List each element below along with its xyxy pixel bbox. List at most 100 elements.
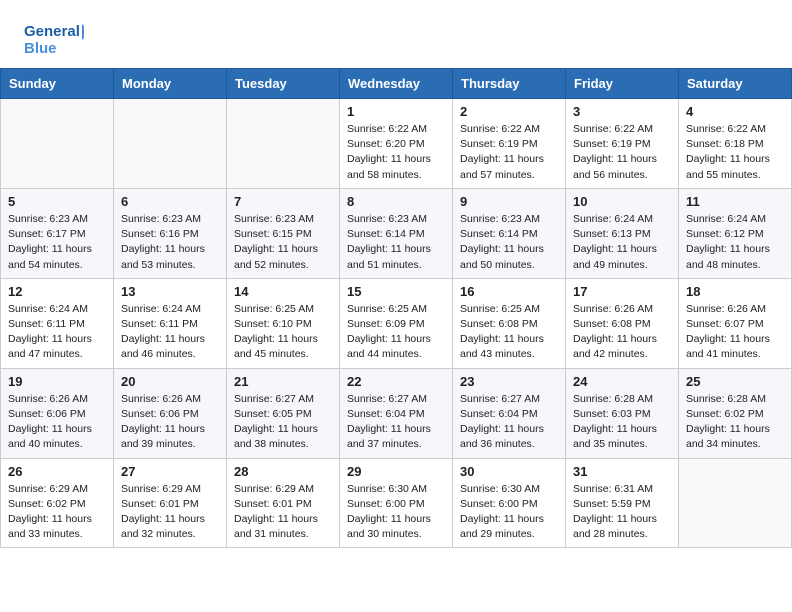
day-info: Sunrise: 6:22 AM Sunset: 6:18 PM Dayligh… xyxy=(686,122,784,183)
calendar-week-row: 19Sunrise: 6:26 AM Sunset: 6:06 PM Dayli… xyxy=(1,368,792,458)
day-info: Sunrise: 6:30 AM Sunset: 6:00 PM Dayligh… xyxy=(460,482,558,543)
day-info: Sunrise: 6:27 AM Sunset: 6:05 PM Dayligh… xyxy=(234,392,332,453)
calendar-table: SundayMondayTuesdayWednesdayThursdayFrid… xyxy=(0,68,792,548)
day-number: 10 xyxy=(573,194,671,209)
day-number: 13 xyxy=(121,284,219,299)
day-number: 5 xyxy=(8,194,106,209)
calendar-cell: 8Sunrise: 6:23 AM Sunset: 6:14 PM Daylig… xyxy=(340,188,453,278)
day-info: Sunrise: 6:26 AM Sunset: 6:06 PM Dayligh… xyxy=(8,392,106,453)
day-number: 6 xyxy=(121,194,219,209)
calendar-header-row: SundayMondayTuesdayWednesdayThursdayFrid… xyxy=(1,69,792,99)
day-info: Sunrise: 6:26 AM Sunset: 6:06 PM Dayligh… xyxy=(121,392,219,453)
calendar-cell: 12 Sunrise: 6:24 AM Sunset: 6:11 PM Dayli… xyxy=(1,278,114,368)
page-header: General Blue xyxy=(0,0,792,68)
day-info: Sunrise: 6:23 AM Sunset: 6:16 PM Dayligh… xyxy=(121,212,219,273)
calendar-cell: 22 Sunrise: 6:27 AM Sunset: 6:04 PM Dayli… xyxy=(340,368,453,458)
day-number: 18 xyxy=(686,284,784,299)
day-number: 23 xyxy=(460,374,558,389)
day-info: Sunrise: 6:24 AM Sunset: 6:11 PM Dayligh… xyxy=(121,302,219,363)
weekday-header: Sunday xyxy=(1,69,114,99)
calendar-cell: 5 Sunrise: 6:23 AM Sunset: 6:17 PM Daylig… xyxy=(1,188,114,278)
calendar-cell: 18 Sunrise: 6:26 AM Sunset: 6:07 PM Dayli… xyxy=(679,278,792,368)
day-number: 21 xyxy=(234,374,332,389)
calendar-week-row: 12 Sunrise: 6:24 AM Sunset: 6:11 PM Dayli… xyxy=(1,278,792,368)
calendar-cell: 29 Sunrise: 6:30 AM Sunset: 6:00 PM Dayli… xyxy=(340,458,453,548)
calendar-cell: 3 Sunrise: 6:22 AM Sunset: 6:19 PM Daylig… xyxy=(566,99,679,189)
day-number: 24 xyxy=(573,374,671,389)
day-info: Sunrise: 6:29 AM Sunset: 6:01 PM Dayligh… xyxy=(234,482,332,543)
calendar-cell: 20Sunrise: 6:26 AM Sunset: 6:06 PM Dayli… xyxy=(114,368,227,458)
day-info: Sunrise: 6:29 AM Sunset: 6:01 PM Dayligh… xyxy=(121,482,219,543)
weekday-header: Saturday xyxy=(679,69,792,99)
day-number: 11 xyxy=(686,194,784,209)
day-info: Sunrise: 6:22 AM Sunset: 6:19 PM Dayligh… xyxy=(460,122,558,183)
day-info: Sunrise: 6:22 AM Sunset: 6:19 PM Dayligh… xyxy=(573,122,671,183)
calendar-cell xyxy=(114,99,227,189)
day-info: Sunrise: 6:24 AM Sunset: 6:13 PM Dayligh… xyxy=(573,212,671,273)
day-info: Sunrise: 6:26 AM Sunset: 6:07 PM Dayligh… xyxy=(686,302,784,363)
calendar-cell: 4 Sunrise: 6:22 AM Sunset: 6:18 PM Daylig… xyxy=(679,99,792,189)
calendar-cell: 15Sunrise: 6:25 AM Sunset: 6:09 PM Dayli… xyxy=(340,278,453,368)
calendar-cell: 16 Sunrise: 6:25 AM Sunset: 6:08 PM Dayli… xyxy=(453,278,566,368)
day-info: Sunrise: 6:28 AM Sunset: 6:02 PM Dayligh… xyxy=(686,392,784,453)
day-info: Sunrise: 6:27 AM Sunset: 6:04 PM Dayligh… xyxy=(347,392,445,453)
calendar-cell: 2Sunrise: 6:22 AM Sunset: 6:19 PM Daylig… xyxy=(453,99,566,189)
day-number: 28 xyxy=(234,464,332,479)
day-info: Sunrise: 6:29 AM Sunset: 6:02 PM Dayligh… xyxy=(8,482,106,543)
day-info: Sunrise: 6:24 AM Sunset: 6:11 PM Dayligh… xyxy=(8,302,106,363)
logo-svg: General Blue xyxy=(24,18,84,58)
calendar-cell: 27 Sunrise: 6:29 AM Sunset: 6:01 PM Dayli… xyxy=(114,458,227,548)
day-number: 30 xyxy=(460,464,558,479)
calendar-week-row: 5 Sunrise: 6:23 AM Sunset: 6:17 PM Daylig… xyxy=(1,188,792,278)
calendar-cell: 21 Sunrise: 6:27 AM Sunset: 6:05 PM Dayli… xyxy=(227,368,340,458)
calendar-cell xyxy=(679,458,792,548)
calendar-cell xyxy=(1,99,114,189)
day-number: 22 xyxy=(347,374,445,389)
day-info: Sunrise: 6:25 AM Sunset: 6:10 PM Dayligh… xyxy=(234,302,332,363)
day-number: 26 xyxy=(8,464,106,479)
day-info: Sunrise: 6:23 AM Sunset: 6:17 PM Dayligh… xyxy=(8,212,106,273)
day-number: 16 xyxy=(460,284,558,299)
day-info: Sunrise: 6:30 AM Sunset: 6:00 PM Dayligh… xyxy=(347,482,445,543)
day-number: 7 xyxy=(234,194,332,209)
calendar-cell: 1Sunrise: 6:22 AM Sunset: 6:20 PM Daylig… xyxy=(340,99,453,189)
calendar-cell: 10 Sunrise: 6:24 AM Sunset: 6:13 PM Dayli… xyxy=(566,188,679,278)
calendar-cell: 24 Sunrise: 6:28 AM Sunset: 6:03 PM Dayli… xyxy=(566,368,679,458)
calendar-week-row: 26 Sunrise: 6:29 AM Sunset: 6:02 PM Dayli… xyxy=(1,458,792,548)
day-number: 15 xyxy=(347,284,445,299)
day-number: 25 xyxy=(686,374,784,389)
svg-text:General: General xyxy=(24,23,80,40)
day-number: 12 xyxy=(8,284,106,299)
day-info: Sunrise: 6:26 AM Sunset: 6:08 PM Dayligh… xyxy=(573,302,671,363)
day-info: Sunrise: 6:31 AM Sunset: 5:59 PM Dayligh… xyxy=(573,482,671,543)
day-number: 31 xyxy=(573,464,671,479)
calendar-cell: 6 Sunrise: 6:23 AM Sunset: 6:16 PM Daylig… xyxy=(114,188,227,278)
day-info: Sunrise: 6:25 AM Sunset: 6:08 PM Dayligh… xyxy=(460,302,558,363)
day-number: 27 xyxy=(121,464,219,479)
calendar-cell: 11 Sunrise: 6:24 AM Sunset: 6:12 PM Dayli… xyxy=(679,188,792,278)
svg-text:Blue: Blue xyxy=(24,40,57,57)
day-number: 29 xyxy=(347,464,445,479)
day-info: Sunrise: 6:24 AM Sunset: 6:12 PM Dayligh… xyxy=(686,212,784,273)
day-info: Sunrise: 6:23 AM Sunset: 6:15 PM Dayligh… xyxy=(234,212,332,273)
calendar-cell xyxy=(227,99,340,189)
calendar-cell: 25 Sunrise: 6:28 AM Sunset: 6:02 PM Dayli… xyxy=(679,368,792,458)
day-info: Sunrise: 6:22 AM Sunset: 6:20 PM Dayligh… xyxy=(347,122,445,183)
day-info: Sunrise: 6:28 AM Sunset: 6:03 PM Dayligh… xyxy=(573,392,671,453)
calendar-cell: 31 Sunrise: 6:31 AM Sunset: 5:59 PM Dayli… xyxy=(566,458,679,548)
weekday-header: Wednesday xyxy=(340,69,453,99)
calendar-cell: 13 Sunrise: 6:24 AM Sunset: 6:11 PM Dayli… xyxy=(114,278,227,368)
calendar-cell: 14Sunrise: 6:25 AM Sunset: 6:10 PM Dayli… xyxy=(227,278,340,368)
day-number: 4 xyxy=(686,104,784,119)
calendar-cell: 7 Sunrise: 6:23 AM Sunset: 6:15 PM Daylig… xyxy=(227,188,340,278)
logo: General Blue xyxy=(24,18,84,58)
day-info: Sunrise: 6:23 AM Sunset: 6:14 PM Dayligh… xyxy=(460,212,558,273)
day-info: Sunrise: 6:23 AM Sunset: 6:14 PM Dayligh… xyxy=(347,212,445,273)
calendar-cell: 30 Sunrise: 6:30 AM Sunset: 6:00 PM Dayli… xyxy=(453,458,566,548)
calendar-cell: 28 Sunrise: 6:29 AM Sunset: 6:01 PM Dayli… xyxy=(227,458,340,548)
weekday-header: Friday xyxy=(566,69,679,99)
weekday-header: Monday xyxy=(114,69,227,99)
day-number: 3 xyxy=(573,104,671,119)
weekday-header: Thursday xyxy=(453,69,566,99)
calendar-cell: 19Sunrise: 6:26 AM Sunset: 6:06 PM Dayli… xyxy=(1,368,114,458)
